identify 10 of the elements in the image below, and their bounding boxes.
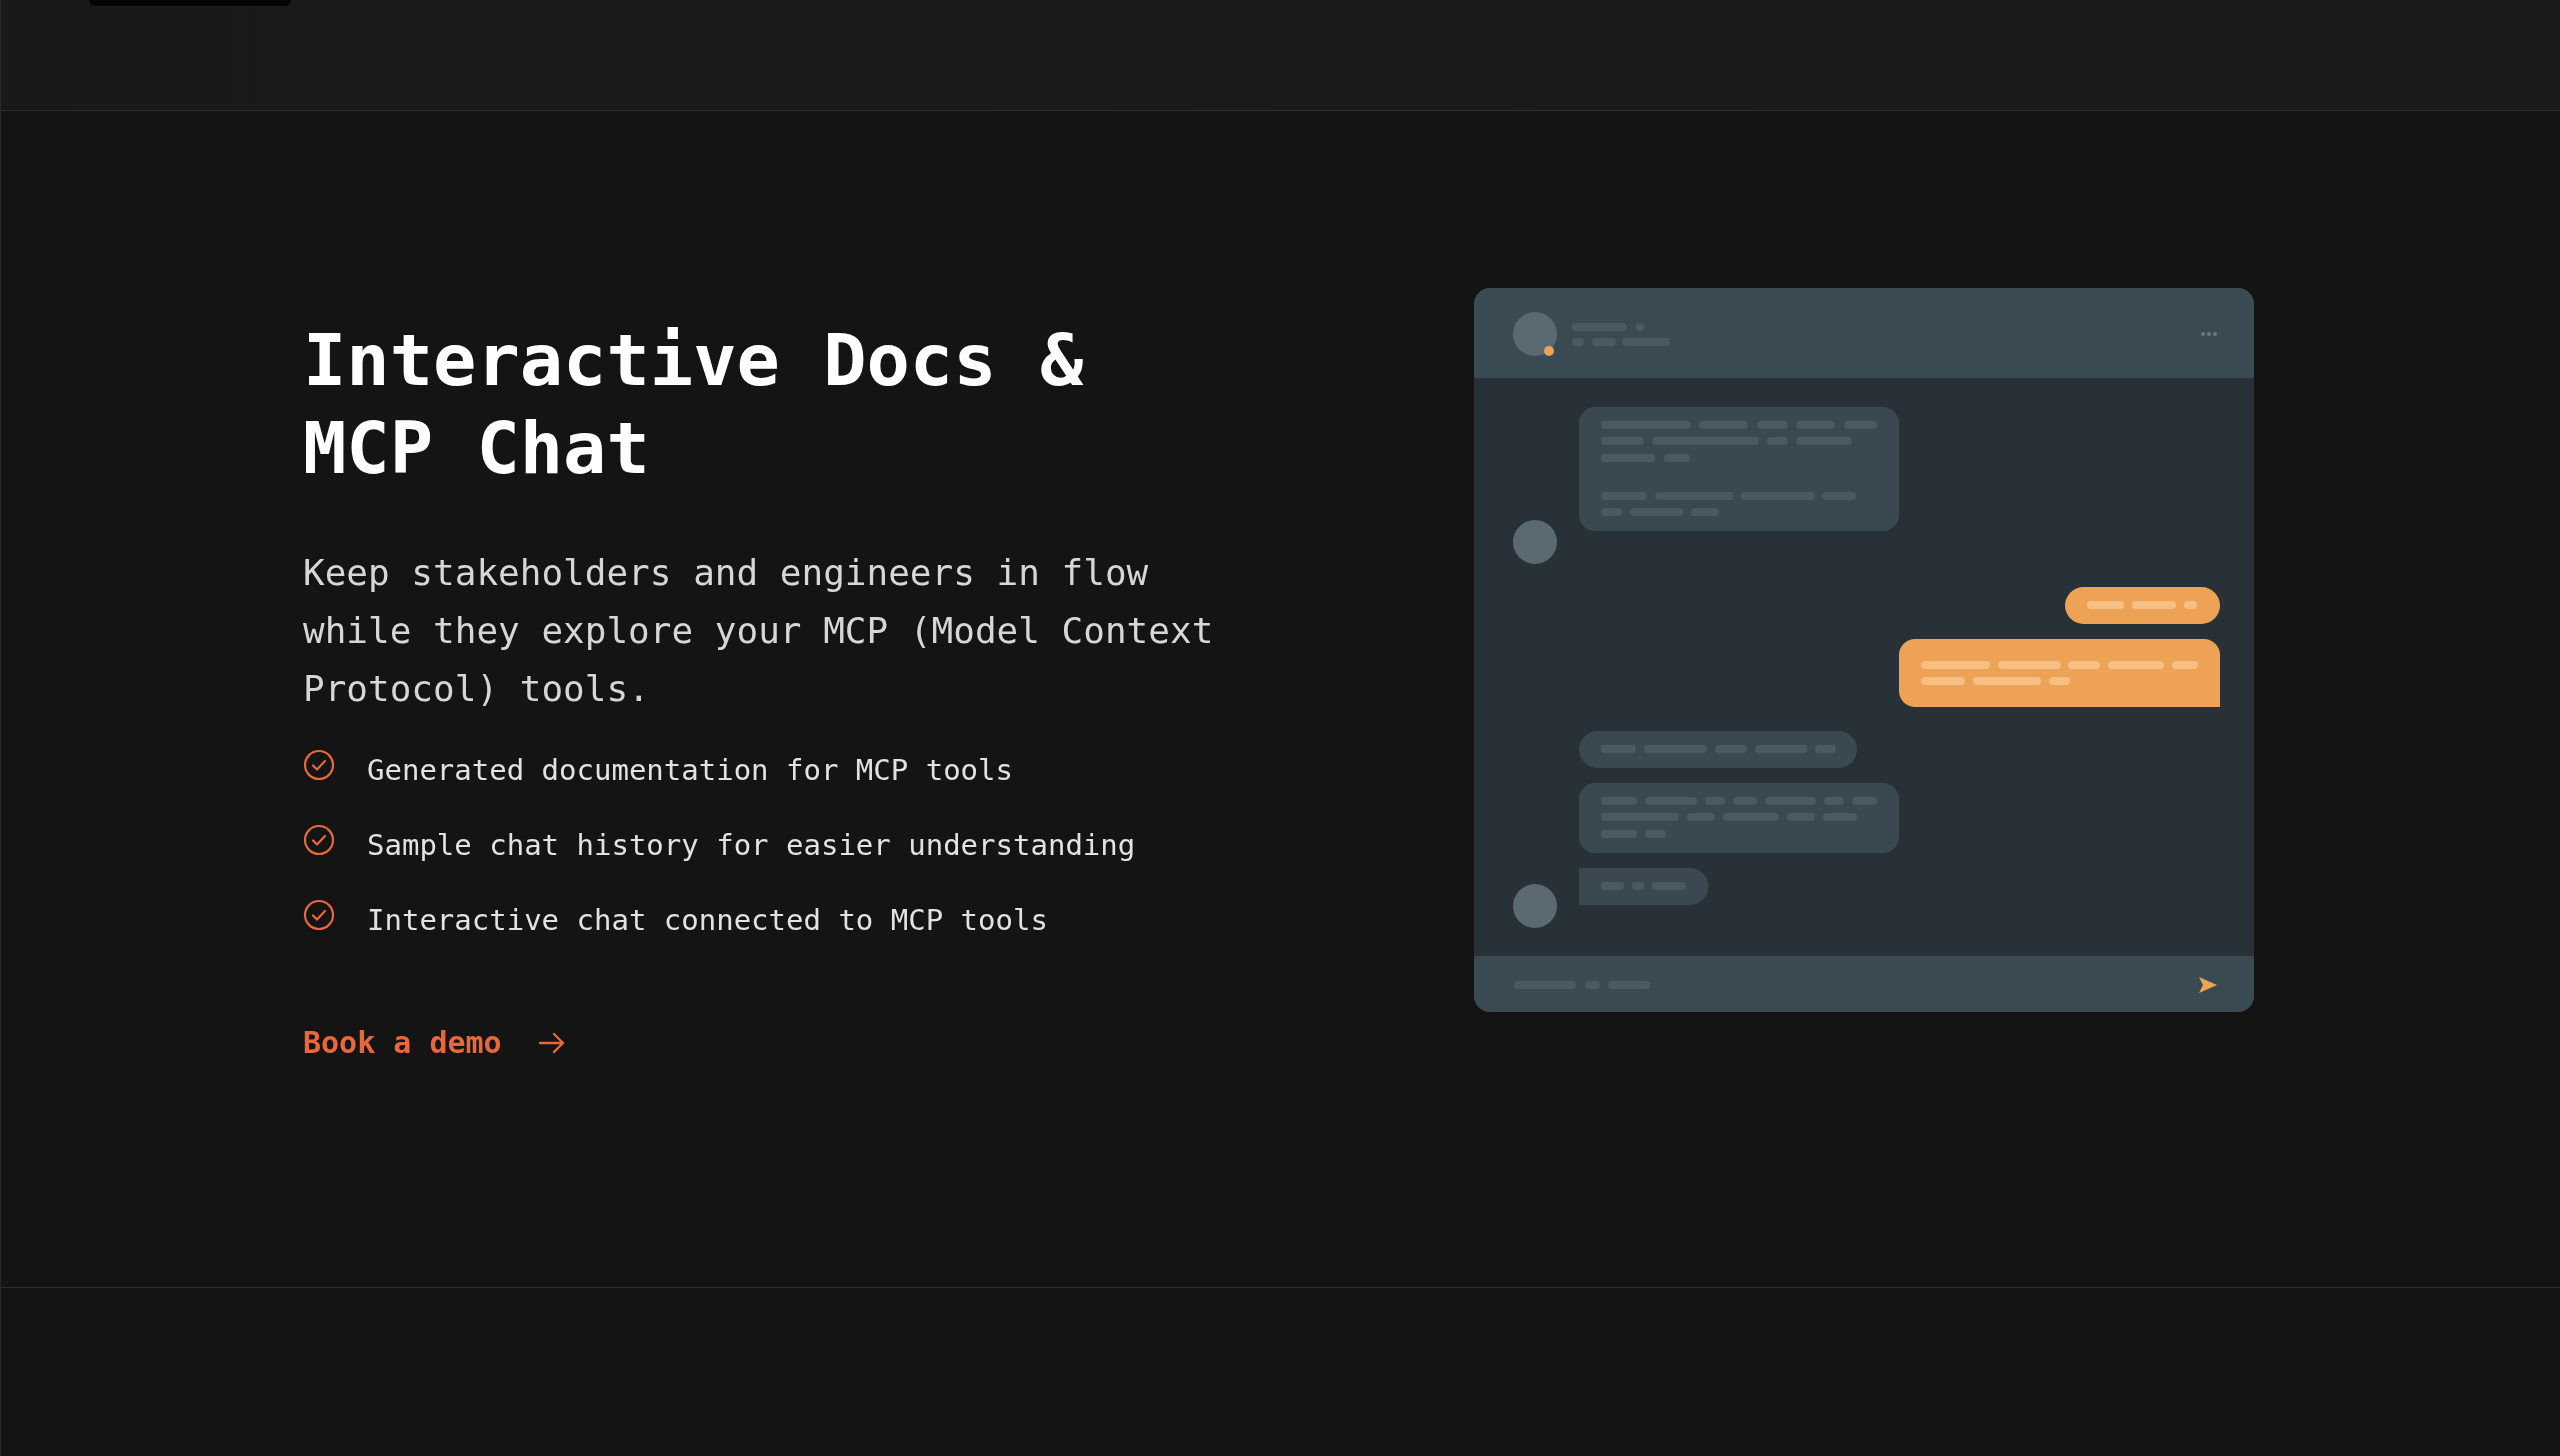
feature-text: Generated documentation for MCP tools — [367, 752, 1013, 789]
feature-text: Sample chat history for easier understanding — [367, 827, 1136, 864]
check-circle-icon — [303, 898, 335, 931]
check-circle-icon — [303, 748, 335, 781]
feature-text: Interactive chat connected to MCP tools — [367, 902, 1048, 939]
section-description: Keep stakeholders and engineers in flow while they explore your MCP (Model Context Protocol) tools. — [303, 551, 1215, 711]
arrow-right-icon — [537, 1030, 566, 1055]
book-demo-link[interactable]: Book a demo — [303, 1025, 566, 1060]
check-circle-icon — [303, 823, 335, 856]
section-title: Interactive Docs & MCP Chat — [303, 317, 1085, 492]
